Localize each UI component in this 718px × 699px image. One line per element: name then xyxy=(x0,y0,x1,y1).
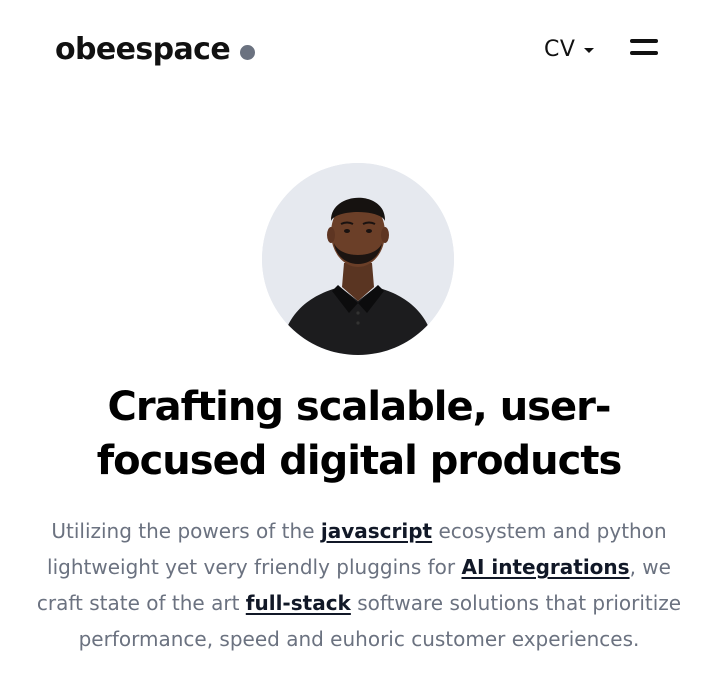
avatar-portrait xyxy=(262,163,454,355)
avatar xyxy=(262,163,454,355)
site-logo[interactable]: obeespace xyxy=(55,28,256,72)
logo-text: obeespace xyxy=(55,32,231,67)
ai-integrations-link[interactable]: AI integrations xyxy=(461,555,629,579)
menu-button[interactable] xyxy=(630,37,658,59)
menu-icon-bar-top xyxy=(630,39,658,43)
full-stack-link[interactable]: full-stack xyxy=(246,591,351,615)
dot-icon xyxy=(240,44,256,60)
site-header: obeespace CV xyxy=(0,0,718,100)
javascript-link[interactable]: javascript xyxy=(321,519,432,543)
menu-icon-bar-bottom xyxy=(630,51,658,55)
cv-label: CV xyxy=(544,36,576,62)
chevron-down-icon xyxy=(584,47,595,53)
hero-description-text: Utilizing the powers of the xyxy=(51,519,321,543)
cv-dropdown[interactable]: CV xyxy=(544,31,595,67)
hero-description: Utilizing the powers of the javascript e… xyxy=(35,513,683,657)
hero-title: Crafting scalable, user-focused digital … xyxy=(96,384,623,484)
